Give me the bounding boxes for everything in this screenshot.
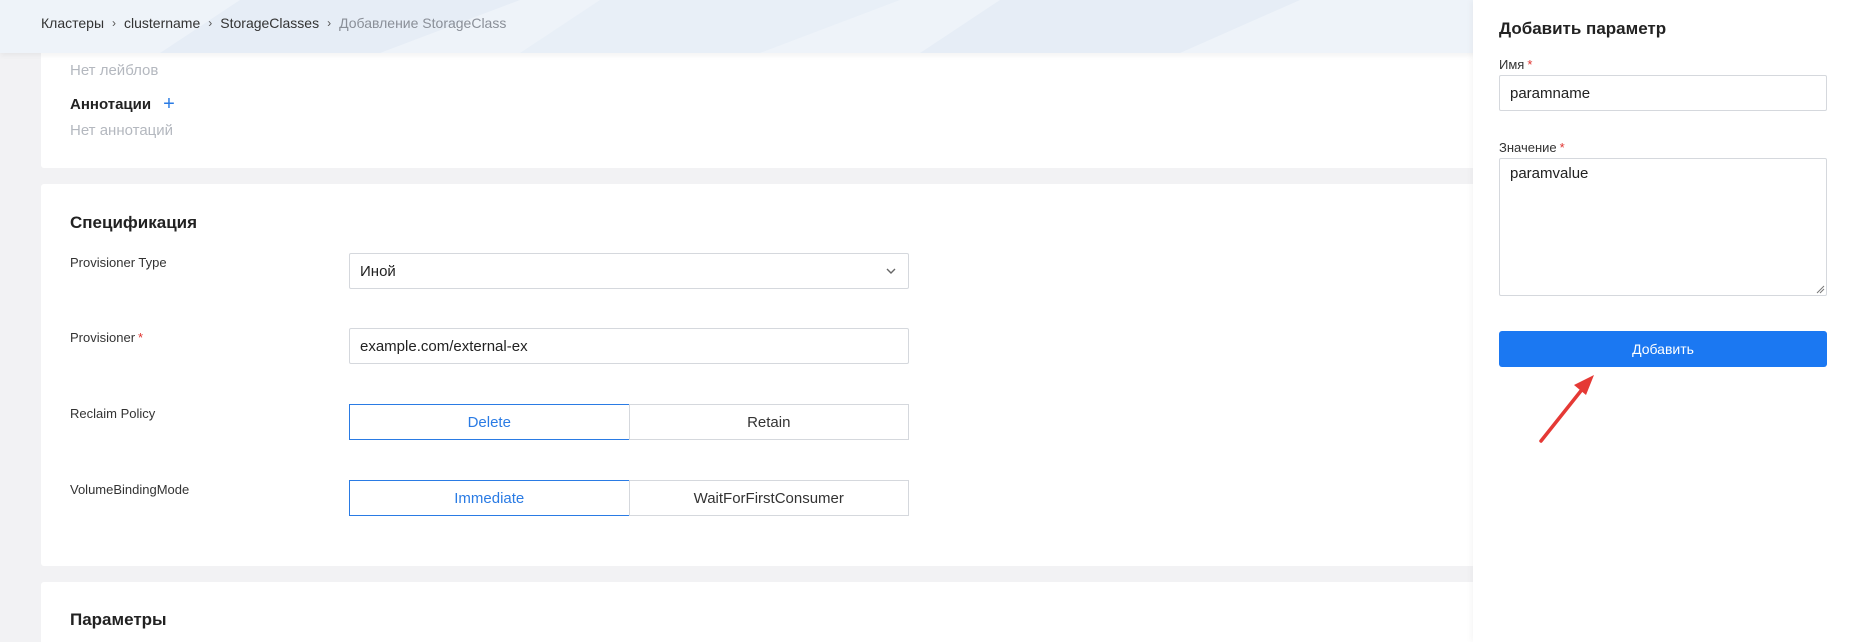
name-label: Имя * <box>1499 57 1532 72</box>
reclaim-retain-option[interactable]: Retain <box>628 404 909 440</box>
params-title: Параметры <box>70 610 167 629</box>
annotations-header: Аннотации + <box>70 94 175 114</box>
chevron-down-icon <box>886 268 896 274</box>
chevron-right-icon: › <box>208 16 213 30</box>
provisioner-label-text: Provisioner <box>70 330 136 345</box>
provisioner-type-select[interactable]: Иной <box>349 253 909 289</box>
value-label-text: Значение <box>1499 140 1557 155</box>
params-card: Параметры <box>41 582 1491 642</box>
add-parameter-button[interactable]: Добавить <box>1499 331 1827 367</box>
volume-binding-mode-toggle: Immediate WaitForFirstConsumer <box>349 480 909 516</box>
param-value-textarea[interactable]: paramvalue <box>1499 158 1827 296</box>
volume-binding-mode-label: VolumeBindingMode <box>70 482 190 497</box>
reclaim-delete-option[interactable]: Delete <box>349 404 630 440</box>
required-mark: * <box>1559 140 1565 155</box>
breadcrumb-clusters[interactable]: Кластеры <box>41 15 104 31</box>
spec-card: Спецификация Provisioner Type Иной Provi… <box>41 184 1491 566</box>
add-annotation-button[interactable]: + <box>163 94 175 114</box>
binding-waitforfirstconsumer-option[interactable]: WaitForFirstConsumer <box>628 480 909 516</box>
breadcrumb-clustername[interactable]: clustername <box>124 15 200 31</box>
add-parameter-panel: Добавить параметр Имя* Значение* paramva… <box>1473 0 1849 642</box>
required-mark: * <box>1527 57 1533 72</box>
provisioner-label: Provisioner * <box>70 330 143 345</box>
provisioner-input[interactable] <box>349 328 909 364</box>
annotations-title: Аннотации <box>70 95 152 113</box>
chevron-right-icon: › <box>327 16 332 30</box>
required-mark: * <box>138 330 144 345</box>
spec-title: Спецификация <box>70 213 198 232</box>
no-labels-text: Нет лейблов <box>70 62 159 79</box>
reclaim-policy-label: Reclaim Policy <box>70 406 156 421</box>
reclaim-policy-toggle: Delete Retain <box>349 404 909 440</box>
no-annotations-text: Нет аннотаций <box>70 122 174 139</box>
name-label-text: Имя <box>1499 57 1525 72</box>
breadcrumb-current: Добавление StorageClass <box>339 15 507 31</box>
value-label: Значение * <box>1499 140 1565 155</box>
provisioner-type-value: Иной <box>360 262 396 280</box>
breadcrumb-storageclasses[interactable]: StorageClasses <box>220 15 319 31</box>
provisioner-type-label: Provisioner Type <box>70 255 167 270</box>
breadcrumb: Кластеры › clustername › StorageClasses … <box>41 15 506 31</box>
chevron-right-icon: › <box>112 16 116 30</box>
metadata-card: Нет лейблов Аннотации + Нет аннотаций <box>41 40 1491 168</box>
param-name-input[interactable] <box>1499 75 1827 111</box>
resize-handle-icon[interactable] <box>1815 284 1825 294</box>
binding-immediate-option[interactable]: Immediate <box>349 480 630 516</box>
panel-title: Добавить параметр <box>1499 19 1667 38</box>
